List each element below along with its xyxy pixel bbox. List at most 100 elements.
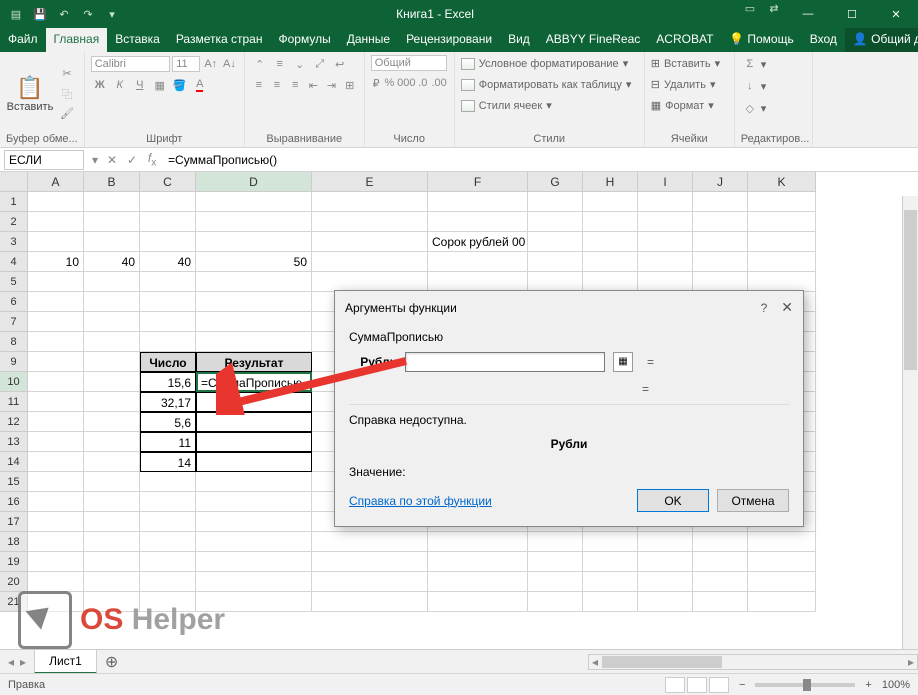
- fx-icon[interactable]: fx: [142, 151, 162, 168]
- cell-D2[interactable]: [196, 212, 312, 232]
- cancel-formula-icon[interactable]: ✕: [102, 153, 122, 167]
- border-icon[interactable]: ▦: [151, 76, 169, 94]
- cell-C18[interactable]: [140, 532, 196, 552]
- row-header-18[interactable]: 18: [0, 532, 28, 552]
- cell-A14[interactable]: [28, 452, 84, 472]
- cell-B16[interactable]: [84, 492, 140, 512]
- cell-B9[interactable]: [84, 352, 140, 372]
- cell-K19[interactable]: [748, 552, 816, 572]
- cell-B11[interactable]: [84, 392, 140, 412]
- cell-E3[interactable]: [312, 232, 428, 252]
- cell-E21[interactable]: [312, 592, 428, 612]
- cell-B2[interactable]: [84, 212, 140, 232]
- cell-E20[interactable]: [312, 572, 428, 592]
- font-size-combo[interactable]: 11: [172, 56, 200, 72]
- cell-F19[interactable]: [428, 552, 528, 572]
- cell-B4[interactable]: 40: [84, 252, 140, 272]
- cell-F2[interactable]: [428, 212, 528, 232]
- cell-A1[interactable]: [28, 192, 84, 212]
- cell-A18[interactable]: [28, 532, 84, 552]
- view-layout-icon[interactable]: [687, 677, 707, 693]
- tab-data[interactable]: Данные: [339, 28, 398, 52]
- cell-C19[interactable]: [140, 552, 196, 572]
- cell-J4[interactable]: [693, 252, 748, 272]
- redo-icon[interactable]: ↷: [80, 6, 96, 22]
- cell-A20[interactable]: [28, 572, 84, 592]
- cell-A4[interactable]: 10: [28, 252, 84, 272]
- tab-formulas[interactable]: Формулы: [270, 28, 338, 52]
- cell-F20[interactable]: [428, 572, 528, 592]
- qat-dropdown-icon[interactable]: ▾: [104, 6, 120, 22]
- cell-D5[interactable]: [196, 272, 312, 292]
- cell-F3[interactable]: Сорок рублей 00 копеек.: [428, 232, 528, 252]
- cell-F18[interactable]: [428, 532, 528, 552]
- copy-icon[interactable]: ⿻: [58, 85, 76, 103]
- cell-C8[interactable]: [140, 332, 196, 352]
- cell-I2[interactable]: [638, 212, 693, 232]
- cell-I3[interactable]: [638, 232, 693, 252]
- col-header-E[interactable]: E: [312, 172, 428, 192]
- cell-B15[interactable]: [84, 472, 140, 492]
- cell-J1[interactable]: [693, 192, 748, 212]
- cell-E1[interactable]: [312, 192, 428, 212]
- arg-input[interactable]: [405, 352, 605, 372]
- cell-D8[interactable]: [196, 332, 312, 352]
- clear-icon[interactable]: ◇: [741, 99, 759, 117]
- cell-E18[interactable]: [312, 532, 428, 552]
- cell-A6[interactable]: [28, 292, 84, 312]
- cell-B7[interactable]: [84, 312, 140, 332]
- grow-font-icon[interactable]: A↑: [202, 55, 219, 73]
- cell-G2[interactable]: [528, 212, 583, 232]
- bold-button[interactable]: Ж: [91, 76, 109, 94]
- merge-icon[interactable]: ⊞: [342, 76, 358, 94]
- tab-review[interactable]: Рецензировани: [398, 28, 500, 52]
- row-header-15[interactable]: 15: [0, 472, 28, 492]
- cell-J3[interactable]: [693, 232, 748, 252]
- tab-file[interactable]: Файл: [0, 28, 46, 52]
- dialog-titlebar[interactable]: Аргументы функции ? ✕: [335, 291, 803, 324]
- row-header-4[interactable]: 4: [0, 252, 28, 272]
- cell-G21[interactable]: [528, 592, 583, 612]
- number-format-combo[interactable]: Общий: [371, 55, 447, 71]
- col-header-J[interactable]: J: [693, 172, 748, 192]
- cell-A2[interactable]: [28, 212, 84, 232]
- view-normal-icon[interactable]: [665, 677, 685, 693]
- cell-B10[interactable]: [84, 372, 140, 392]
- cut-icon[interactable]: ✂: [58, 65, 76, 83]
- cell-D17[interactable]: [196, 512, 312, 532]
- cell-D3[interactable]: [196, 232, 312, 252]
- cell-G1[interactable]: [528, 192, 583, 212]
- cell-C3[interactable]: [140, 232, 196, 252]
- cell-I1[interactable]: [638, 192, 693, 212]
- cell-D18[interactable]: [196, 532, 312, 552]
- cell-J18[interactable]: [693, 532, 748, 552]
- format-cells-button[interactable]: ▦Формат▾: [651, 97, 728, 114]
- cell-A3[interactable]: [28, 232, 84, 252]
- cell-J5[interactable]: [693, 272, 748, 292]
- cell-A12[interactable]: [28, 412, 84, 432]
- cell-E4[interactable]: [312, 252, 428, 272]
- tab-home[interactable]: Главная: [46, 28, 108, 52]
- cell-D10[interactable]: =СуммаПрописью: [196, 372, 312, 392]
- col-header-I[interactable]: I: [638, 172, 693, 192]
- vertical-scrollbar[interactable]: [902, 196, 918, 649]
- cell-H5[interactable]: [583, 272, 638, 292]
- percent-icon[interactable]: %: [383, 74, 395, 92]
- col-header-D[interactable]: D: [196, 172, 312, 192]
- row-header-17[interactable]: 17: [0, 512, 28, 532]
- row-header-11[interactable]: 11: [0, 392, 28, 412]
- cell-C17[interactable]: [140, 512, 196, 532]
- cell-H2[interactable]: [583, 212, 638, 232]
- ribbon-display-icon[interactable]: ▭: [742, 0, 758, 16]
- tell-me[interactable]: 💡Помощь: [721, 28, 801, 52]
- cell-D16[interactable]: [196, 492, 312, 512]
- delete-cells-button[interactable]: ⊟Удалить▾: [651, 76, 728, 93]
- cell-D6[interactable]: [196, 292, 312, 312]
- cell-A19[interactable]: [28, 552, 84, 572]
- cell-A9[interactable]: [28, 352, 84, 372]
- cell-D11[interactable]: [196, 392, 312, 412]
- cell-G3[interactable]: [528, 232, 583, 252]
- zoom-level[interactable]: 100%: [882, 679, 910, 691]
- cell-C12[interactable]: 5,6: [140, 412, 196, 432]
- cell-C16[interactable]: [140, 492, 196, 512]
